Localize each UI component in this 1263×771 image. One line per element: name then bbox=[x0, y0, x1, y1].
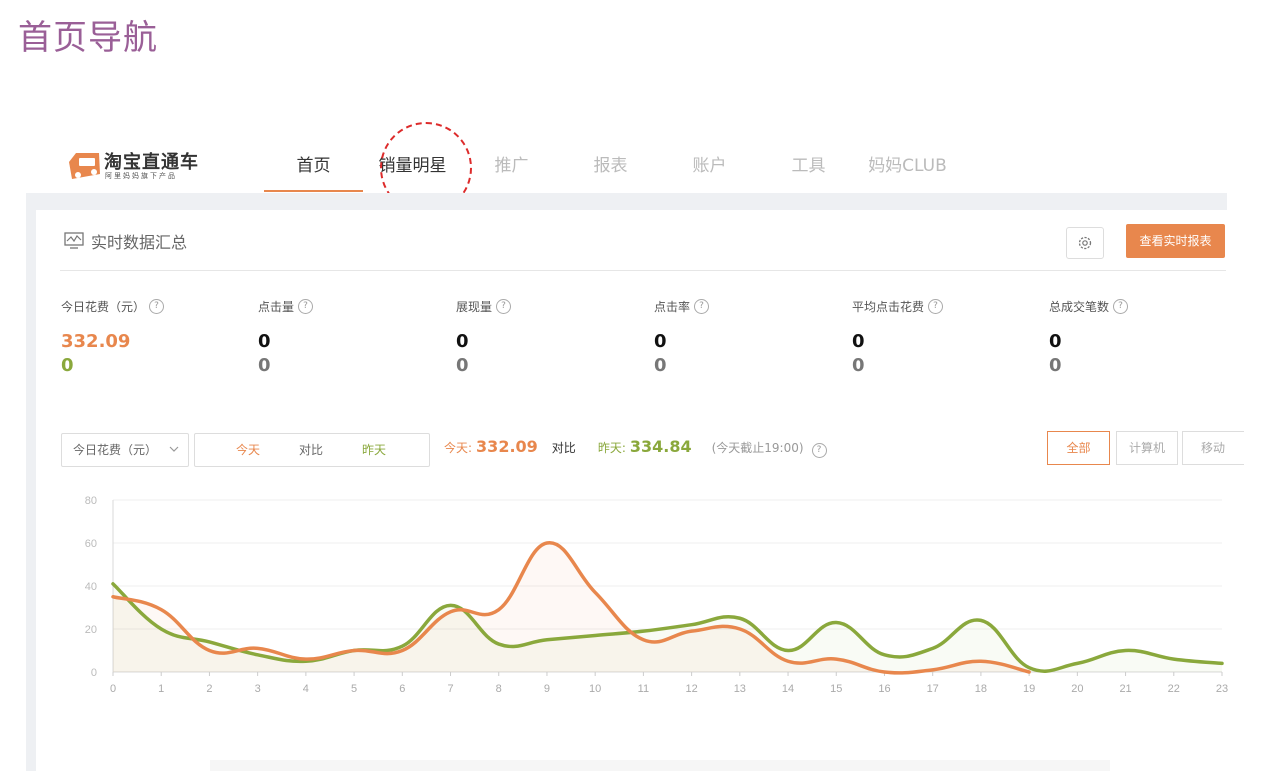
metric-ctr: 点击率? 0 0 bbox=[654, 297, 844, 377]
device-all-button[interactable]: 全部 bbox=[1047, 431, 1110, 465]
nav-account[interactable]: 账户 bbox=[660, 144, 759, 192]
device-pc-button[interactable]: 计算机 bbox=[1116, 431, 1178, 465]
logo-subtitle: 阿里妈妈旗下产品 bbox=[105, 172, 177, 180]
page-title: 首页导航 bbox=[18, 18, 158, 58]
metric-yesterday-value: 0 bbox=[61, 355, 74, 376]
x-tick-label: 4 bbox=[303, 683, 309, 695]
nav-promotion[interactable]: 推广 bbox=[462, 144, 561, 192]
help-icon[interactable]: ? bbox=[298, 298, 314, 314]
x-tick-label: 12 bbox=[685, 683, 697, 695]
metric-transactions: 总成交笔数? 0 0 bbox=[1049, 297, 1239, 377]
settings-button[interactable] bbox=[1066, 227, 1104, 259]
x-tick-label: 18 bbox=[975, 683, 987, 695]
metric-yesterday-value: 0 bbox=[852, 355, 865, 376]
metric-today-value: 0 bbox=[654, 331, 667, 352]
metric-today-value: 0 bbox=[852, 331, 865, 352]
bottom-fade bbox=[210, 760, 1110, 771]
metric-label: 今日花费（元） bbox=[61, 299, 146, 314]
metric-label: 总成交笔数 bbox=[1049, 299, 1110, 314]
x-tick-label: 16 bbox=[878, 683, 890, 695]
x-tick-label: 19 bbox=[1023, 683, 1035, 695]
x-tick-label: 14 bbox=[782, 683, 794, 695]
compare-label: 对比 bbox=[551, 441, 576, 455]
x-tick-label: 0 bbox=[110, 683, 116, 695]
x-tick-label: 15 bbox=[830, 683, 842, 695]
x-tick-label: 7 bbox=[447, 683, 453, 695]
metric-today-value: 0 bbox=[1049, 331, 1062, 352]
help-icon[interactable]: ? bbox=[694, 298, 710, 314]
nav-mama-club[interactable]: 妈妈CLUB bbox=[858, 144, 957, 192]
nav-tools[interactable]: 工具 bbox=[759, 144, 858, 192]
x-tick-label: 11 bbox=[638, 683, 649, 695]
card-title: 实时数据汇总 bbox=[91, 233, 188, 252]
nav-reports[interactable]: 报表 bbox=[561, 144, 660, 192]
help-icon[interactable]: ? bbox=[149, 298, 165, 314]
x-tick-label: 10 bbox=[589, 683, 601, 695]
metric-label: 点击率 bbox=[654, 299, 691, 314]
today-value: 332.09 bbox=[476, 437, 538, 456]
metric-today-value: 0 bbox=[456, 331, 469, 352]
segment-today[interactable]: 今天 bbox=[236, 434, 260, 466]
monitor-chart-icon bbox=[64, 232, 84, 249]
x-tick-label: 9 bbox=[544, 683, 550, 695]
help-icon[interactable]: ? bbox=[1113, 298, 1129, 314]
yesterday-value: 334.84 bbox=[629, 437, 692, 456]
metric-yesterday-value: 0 bbox=[1049, 355, 1062, 376]
car-logo-icon bbox=[69, 153, 100, 179]
x-tick-label: 22 bbox=[1168, 683, 1180, 695]
segment-yesterday[interactable]: 昨天 bbox=[362, 434, 386, 466]
device-mobile-button[interactable]: 移动 bbox=[1182, 431, 1244, 465]
summary-line: 今天: 332.09 对比 昨天: 334.84 (今天截止19:00) ? bbox=[444, 437, 827, 458]
taobao-ztc-logo[interactable]: 淘宝直通车 阿里妈妈旗下产品 bbox=[66, 150, 216, 186]
metric-clicks: 点击量? 0 0 bbox=[258, 297, 448, 377]
y-tick-label: 60 bbox=[85, 538, 97, 550]
metric-select-value: 今日花费（元） bbox=[73, 443, 158, 457]
y-tick-label: 80 bbox=[85, 495, 97, 507]
metric-select[interactable]: 今日花费（元） bbox=[61, 433, 189, 467]
y-tick-label: 20 bbox=[85, 624, 97, 636]
yesterday-label: 昨天: bbox=[597, 441, 626, 455]
y-tick-label: 40 bbox=[85, 581, 97, 593]
x-tick-label: 2 bbox=[206, 683, 212, 695]
x-tick-label: 20 bbox=[1071, 683, 1083, 695]
cutoff-note: (今天截止19:00) bbox=[711, 441, 804, 455]
help-icon[interactable]: ? bbox=[928, 298, 944, 314]
x-tick-label: 17 bbox=[927, 683, 939, 695]
today-label: 今天: bbox=[444, 441, 473, 455]
x-tick-label: 13 bbox=[734, 683, 746, 695]
top-nav: 首页 销量明星 推广 报表 账户 工具 妈妈CLUB bbox=[264, 144, 957, 192]
x-tick-label: 6 bbox=[399, 683, 405, 695]
chevron-down-icon bbox=[169, 446, 179, 452]
metric-today-value: 0 bbox=[258, 331, 271, 352]
metric-impressions: 展现量? 0 0 bbox=[456, 297, 646, 377]
metric-label: 展现量 bbox=[456, 299, 493, 314]
metric-label: 点击量 bbox=[258, 299, 295, 314]
x-tick-label: 5 bbox=[351, 683, 357, 695]
segment-compare[interactable]: 对比 bbox=[299, 434, 323, 466]
compare-segment: 今天 对比 昨天 bbox=[194, 433, 430, 467]
x-tick-label: 21 bbox=[1119, 683, 1131, 695]
x-tick-label: 1 bbox=[158, 683, 164, 695]
help-icon[interactable]: ? bbox=[811, 443, 827, 458]
metric-cost: 今日花费（元）? 332.09 0 bbox=[61, 297, 251, 377]
x-tick-label: 3 bbox=[255, 683, 261, 695]
metric-yesterday-value: 0 bbox=[258, 355, 271, 376]
hourly-cost-chart: 0204060800 1 2 3 4 5 6 7 8 9 10 11 12 13 14 15 16 17 18 19 2… bbox=[85, 495, 1228, 695]
metric-yesterday-value: 0 bbox=[654, 355, 667, 376]
gear-icon bbox=[1078, 236, 1092, 250]
x-tick-label: 8 bbox=[496, 683, 502, 695]
nav-home[interactable]: 首页 bbox=[264, 144, 363, 192]
metric-today-value: 332.09 bbox=[61, 331, 131, 352]
help-icon[interactable]: ? bbox=[496, 298, 512, 314]
metric-yesterday-value: 0 bbox=[456, 355, 469, 376]
view-realtime-report-button[interactable]: 查看实时报表 bbox=[1126, 224, 1225, 258]
divider bbox=[60, 270, 1226, 271]
y-tick-label: 0 bbox=[91, 667, 97, 679]
metric-avg-cpc: 平均点击花费? 0 0 bbox=[852, 297, 1042, 377]
metric-label: 平均点击花费 bbox=[852, 299, 925, 314]
x-tick-label: 23 bbox=[1216, 683, 1228, 695]
